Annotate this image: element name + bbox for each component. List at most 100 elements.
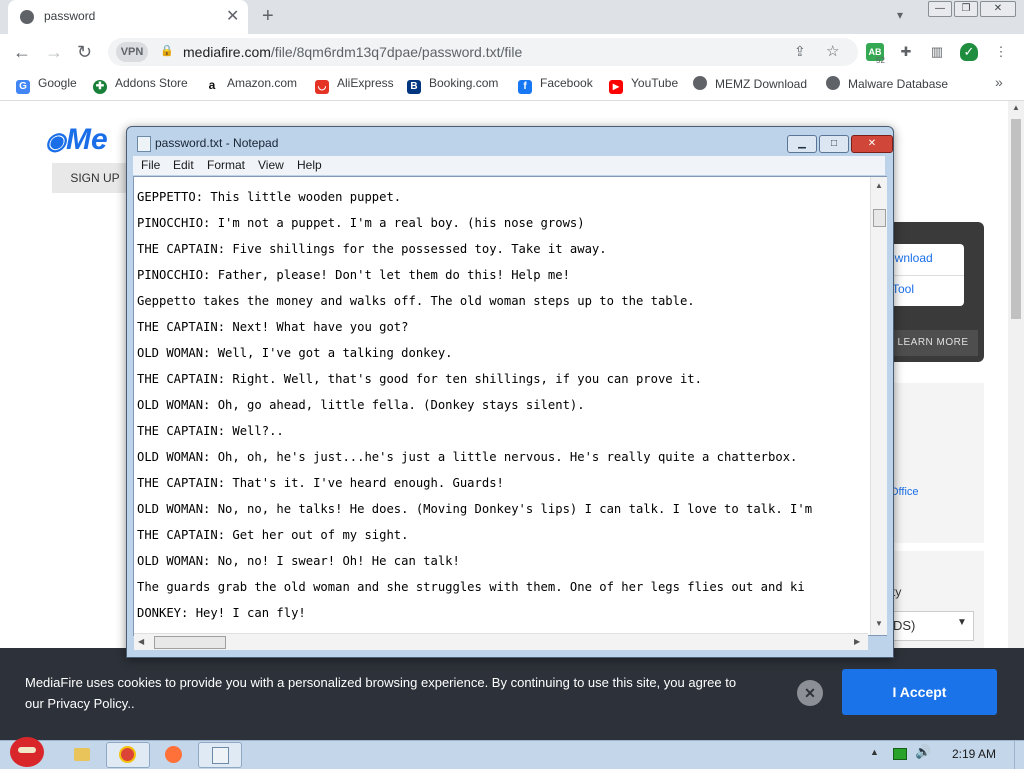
url-text[interactable]: mediafire.com/file/8qm6rdm13q7dpae/passw…: [183, 44, 522, 60]
booking-icon: B: [407, 80, 421, 94]
notepad-icon: [137, 136, 151, 152]
bookmark-label: AliExpress: [337, 76, 394, 90]
text-line: THE CAPTAIN: Get her out of my sight.: [137, 528, 409, 542]
bookmark-label: YouTube: [631, 76, 679, 90]
text-line: THE CAPTAIN: Next! What have you got?: [137, 320, 409, 334]
address-bar[interactable]: VPN 🔒 mediafire.com/file/8qm6rdm13q7dpae…: [108, 38, 858, 66]
menu-format[interactable]: Format: [207, 158, 245, 172]
minimize-window-button[interactable]: —: [928, 1, 952, 17]
browser-tab[interactable]: password ✕: [8, 0, 248, 34]
show-desktop-button[interactable]: [1014, 741, 1024, 769]
bookmark-label: Facebook: [540, 76, 593, 90]
text-line: OLD WOMAN: No, no, he talks! He does. (M…: [137, 502, 813, 516]
bookmark-amazon[interactable]: a Amazon.com: [205, 76, 297, 92]
extensions-puzzle-icon[interactable]: ✚: [897, 43, 915, 61]
bookmarks-overflow-icon[interactable]: »: [995, 74, 1003, 90]
close-tab-icon[interactable]: ✕: [226, 6, 239, 26]
page-scrollbar[interactable]: ▲ ▼: [1008, 101, 1024, 740]
text-line: The guards grab the old woman and she st…: [137, 580, 805, 594]
notepad-window[interactable]: password.txt - Notepad ▁ □ ✕ File Edit F…: [126, 126, 894, 658]
taskbar-chrome[interactable]: [106, 742, 150, 768]
mediafire-logo[interactable]: ◉Me: [45, 123, 135, 157]
notepad-title: password.txt - Notepad: [155, 136, 279, 150]
close-window-button[interactable]: ✕: [980, 1, 1016, 17]
forward-button[interactable]: →: [45, 42, 63, 63]
url-path: /file/8qm6rdm13q7dpae/password.txt/file: [270, 44, 523, 60]
tray-expand-icon[interactable]: ▲: [870, 747, 879, 757]
menu-view[interactable]: View: [258, 158, 284, 172]
bookmark-memz-download[interactable]: MEMZ Download: [693, 76, 807, 91]
notepad-text-viewport: GEPPETTO: This little wooden puppet. PIN…: [134, 177, 868, 633]
tab-title: password: [44, 9, 96, 23]
vpn-button[interactable]: VPN: [116, 42, 148, 62]
notepad-horizontal-scrollbar[interactable]: ◀ ▶: [134, 633, 868, 650]
notepad-close-button[interactable]: ✕: [851, 135, 893, 153]
text-line: PINOCCHIO: Father, please! Don't let the…: [137, 268, 570, 282]
taskbar-firefox[interactable]: [152, 742, 196, 768]
bookmark-malware-database[interactable]: Malware Database: [826, 76, 948, 91]
scroll-up-icon[interactable]: ▲: [875, 181, 883, 190]
download-link[interactable]: ownload: [888, 251, 933, 265]
bookmark-addons-store[interactable]: ✚ Addons Store: [93, 76, 188, 94]
notepad-text-area[interactable]: GEPPETTO: This little wooden puppet. PIN…: [133, 176, 887, 650]
scroll-up-icon[interactable]: ▲: [1012, 103, 1020, 112]
close-icon[interactable]: ✕: [797, 680, 823, 706]
lock-icon[interactable]: 🔒: [160, 44, 174, 57]
aliexpress-icon: ◡: [315, 80, 329, 94]
side-panel: ) Office: [888, 383, 984, 543]
text-line: THE CAPTAIN: Five shillings for the poss…: [137, 242, 607, 256]
taskbar-notepad[interactable]: [198, 742, 242, 768]
battery-icon[interactable]: [893, 748, 907, 760]
taskbar-clock[interactable]: 2:19 AM: [952, 747, 996, 761]
reload-button[interactable]: ↻: [77, 42, 92, 63]
tab-search-icon[interactable]: ▾: [897, 8, 903, 22]
notepad-icon: [212, 747, 229, 764]
start-button[interactable]: [4, 733, 48, 769]
back-button[interactable]: ←: [13, 42, 31, 63]
new-tab-button[interactable]: +: [262, 5, 274, 28]
bookmark-booking[interactable]: B Booking.com: [407, 76, 498, 94]
quality-select[interactable]: DS) ▼: [888, 611, 974, 641]
side-panel-icon[interactable]: ▥: [928, 43, 946, 61]
divider: [888, 275, 964, 276]
facebook-icon: f: [518, 80, 532, 94]
bookmark-google[interactable]: G Google: [16, 76, 77, 94]
chevron-down-icon: ▼: [957, 617, 967, 628]
notepad-maximize-button[interactable]: □: [819, 135, 849, 153]
text-line: OLD WOMAN: Well, I've got a talking donk…: [137, 346, 453, 360]
bookmark-youtube[interactable]: ▶ YouTube: [609, 76, 678, 94]
download-panel: ownload Tool LEARN MORE: [888, 222, 984, 362]
scroll-left-icon[interactable]: ◀: [138, 637, 144, 646]
bookmark-label: Google: [38, 76, 77, 90]
bookmark-facebook[interactable]: f Facebook: [518, 76, 593, 94]
notepad-vertical-thumb[interactable]: [873, 209, 886, 227]
taskbar-explorer[interactable]: [60, 742, 104, 768]
menu-file[interactable]: File: [141, 158, 160, 172]
scroll-right-icon[interactable]: ▶: [854, 637, 860, 646]
share-icon[interactable]: ⇪: [794, 43, 806, 60]
chrome-icon: [119, 746, 136, 763]
notepad-vertical-scrollbar[interactable]: ▲ ▼: [870, 177, 887, 635]
bookmarks-bar: G Google ✚ Addons Store a Amazon.com ◡ AliEx…: [0, 70, 1024, 101]
bookmark-aliexpress[interactable]: ◡ AliExpress: [315, 76, 394, 94]
page-scroll-thumb[interactable]: [1011, 119, 1021, 319]
office-link[interactable]: Office: [890, 486, 919, 498]
menu-kebab-icon[interactable]: ⋮: [992, 43, 1010, 61]
google-icon: G: [16, 80, 30, 94]
notepad-horizontal-thumb[interactable]: [154, 636, 226, 649]
download-tool-link[interactable]: Tool: [892, 282, 914, 296]
text-line: OLD WOMAN: Oh, oh, he's just...he's just…: [137, 450, 798, 464]
bookmark-star-icon[interactable]: ☆: [826, 42, 839, 60]
learn-more-button[interactable]: LEARN MORE: [888, 330, 978, 356]
scroll-down-icon[interactable]: ▼: [875, 619, 883, 628]
speaker-icon[interactable]: 🔊: [915, 744, 931, 760]
notepad-minimize-button[interactable]: ▁: [787, 135, 817, 153]
accept-cookies-button[interactable]: I Accept: [842, 669, 997, 715]
globe-icon: [20, 10, 34, 24]
menu-help[interactable]: Help: [297, 158, 322, 172]
text-line: PINOCCHIO: I'm not a puppet. I'm a real …: [137, 216, 585, 230]
menu-edit[interactable]: Edit: [173, 158, 194, 172]
shield-icon[interactable]: ✓: [960, 43, 978, 61]
restore-window-button[interactable]: ❐: [954, 1, 978, 17]
bird-face: [18, 747, 36, 753]
